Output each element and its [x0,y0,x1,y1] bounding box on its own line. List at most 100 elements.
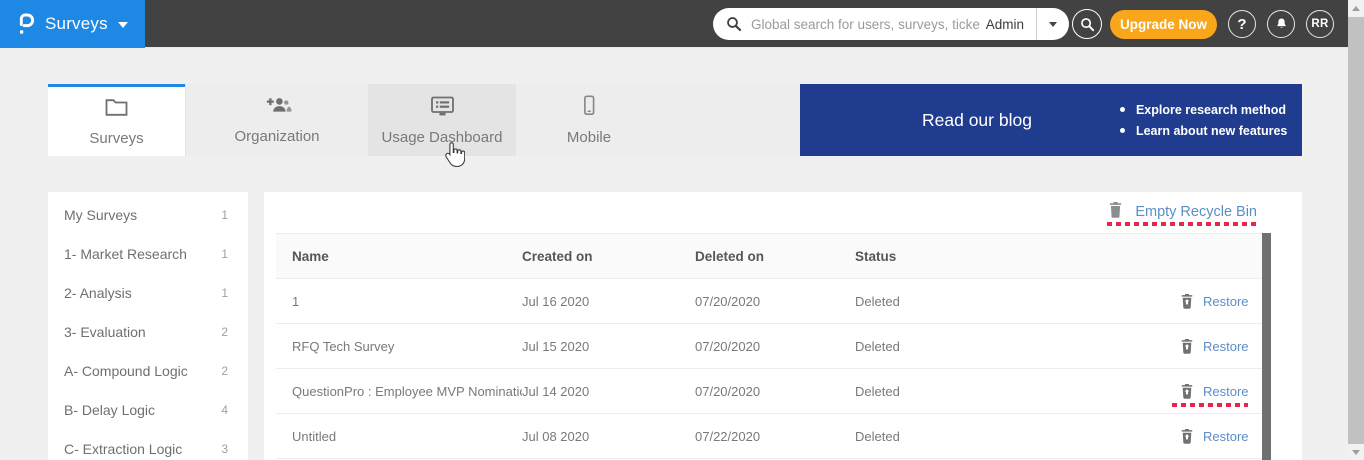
help-button[interactable]: ? [1228,10,1256,38]
arrow-down-icon [1352,450,1360,455]
banner-bullet-label: Learn about new features [1136,124,1287,138]
folder-icon [104,97,129,123]
tab-label: Surveys [89,130,143,147]
restore-trash-icon [1180,383,1194,399]
created-on: Jul 08 2020 [522,429,695,444]
upgrade-now-button[interactable]: Upgrade Now [1110,10,1217,39]
browser-scrollbar[interactable] [1348,0,1364,460]
chevron-down-icon [1049,22,1057,27]
product-menu-label: Surveys [45,14,108,34]
banner-title[interactable]: Read our blog [922,110,1032,131]
tab-mobile[interactable]: Mobile [516,84,662,156]
scroll-up-button[interactable] [1348,0,1364,16]
search-input[interactable] [751,17,980,32]
bullet-dot-icon [1120,107,1125,112]
sidebar-item-evaluation[interactable]: 3- Evaluation 2 [48,312,248,351]
table-row: Untitled Jul 08 2020 07/22/2020 Deleted … [276,414,1262,459]
restore-button[interactable]: Restore [1180,383,1265,399]
status-label: Deleted [855,429,1180,444]
smartphone-icon [578,94,600,122]
sidebar-item-compound-logic[interactable]: A- Compound Logic 2 [48,351,248,390]
sidebar-item-label: B- Delay Logic [64,402,155,418]
deleted-surveys-table: Name Created on Deleted on Status 1 Jul … [276,233,1262,459]
tab-surveys[interactable]: Surveys [48,84,185,156]
created-on: Jul 15 2020 [522,339,695,354]
chevron-down-icon [118,22,128,28]
sidebar-item-extraction-logic[interactable]: C- Extraction Logic 3 [48,429,248,460]
bullet-dot-icon [1120,128,1125,133]
banner-bullet-label: Explore research method [1136,103,1286,117]
blog-promo-banner[interactable]: Read our blog Explore research method Le… [800,84,1302,156]
restore-label: Restore [1203,429,1249,444]
top-bar: Surveys Admin Upgrade Now ? RR [0,0,1348,48]
questionpro-logo-icon [16,12,35,37]
survey-name: QuestionPro : Employee MVP Nomination [292,384,522,399]
sidebar-item-my-surveys[interactable]: My Surveys 1 [48,195,248,234]
survey-name: Untitled [292,429,522,444]
column-header-deleted: Deleted on [695,249,855,264]
table-scrollbar-thumb[interactable] [1262,233,1271,460]
restore-button[interactable]: Restore [1180,293,1265,309]
folders-sidebar: My Surveys 1 1- Market Research 1 2- Ana… [48,192,248,460]
tab-label: Usage Dashboard [382,129,503,146]
sidebar-item-label: 3- Evaluation [64,324,146,340]
search-icon [726,16,742,32]
tab-label: Organization [234,128,319,145]
restore-label: Restore [1203,339,1249,354]
dashboard-card-icon [429,95,456,122]
bell-icon [1274,16,1289,32]
restore-button[interactable]: Restore [1180,428,1265,444]
sidebar-item-label: 2- Analysis [64,285,132,301]
table-row: 1 Jul 16 2020 07/20/2020 Deleted Restore [276,279,1262,324]
sidebar-item-count: 2 [221,364,228,378]
table-row: RFQ Tech Survey Jul 15 2020 07/20/2020 D… [276,324,1262,369]
restore-trash-icon [1180,293,1194,309]
sidebar-item-delay-logic[interactable]: B- Delay Logic 4 [48,390,248,429]
restore-button[interactable]: Restore [1180,338,1265,354]
sidebar-item-market-research[interactable]: 1- Market Research 1 [48,234,248,273]
scrollbar-thumb[interactable] [1348,17,1364,444]
created-on: Jul 14 2020 [522,384,695,399]
status-label: Deleted [855,384,1180,399]
status-label: Deleted [855,294,1180,309]
arrow-up-icon [1352,6,1360,11]
search-scope-dropdown[interactable] [1037,8,1069,40]
created-on: Jul 16 2020 [522,294,695,309]
workspace-tabs: Surveys Organization [48,84,1302,156]
question-mark-icon: ? [1237,16,1246,33]
sidebar-item-label: C- Extraction Logic [64,441,182,457]
sidebar-item-count: 3 [221,442,228,456]
banner-bullet-item: Learn about new features [1120,124,1287,138]
deleted-on: 07/20/2020 [695,339,855,354]
restore-label: Restore [1203,384,1249,399]
user-avatar[interactable]: RR [1306,10,1334,38]
sidebar-item-label: 1- Market Research [64,246,187,262]
app-window: Surveys Admin Upgrade Now ? RR S [0,0,1364,460]
tab-label: Mobile [567,129,611,146]
banner-bullet-item: Explore research method [1120,103,1287,117]
recycle-bin-panel: Empty Recycle Bin Name Created on Delete… [264,192,1302,460]
sidebar-item-analysis[interactable]: 2- Analysis 1 [48,273,248,312]
tab-usage-dashboard[interactable]: Usage Dashboard [368,84,516,156]
restore-label: Restore [1203,294,1249,309]
search-submit-button[interactable] [1072,9,1102,39]
sidebar-item-label: A- Compound Logic [64,363,188,379]
tabstrip-filler [662,84,800,156]
table-header-row: Name Created on Deleted on Status [276,233,1262,279]
search-scope-label: Admin [980,17,1036,32]
column-header-created: Created on [522,249,695,264]
sidebar-item-label: My Surveys [64,207,137,223]
scroll-down-button[interactable] [1348,444,1364,460]
sidebar-item-count: 1 [221,286,228,300]
survey-name: 1 [292,294,522,309]
tutorial-highlight-underline [1172,403,1248,407]
column-header-name: Name [292,249,522,264]
avatar-initials: RR [1311,18,1328,30]
deleted-on: 07/20/2020 [695,384,855,399]
notifications-button[interactable] [1267,10,1295,38]
tab-organization[interactable]: Organization [185,84,368,156]
product-switcher[interactable]: Surveys [0,0,145,48]
global-search: Admin [713,8,1069,40]
status-label: Deleted [855,339,1180,354]
survey-name: RFQ Tech Survey [292,339,522,354]
